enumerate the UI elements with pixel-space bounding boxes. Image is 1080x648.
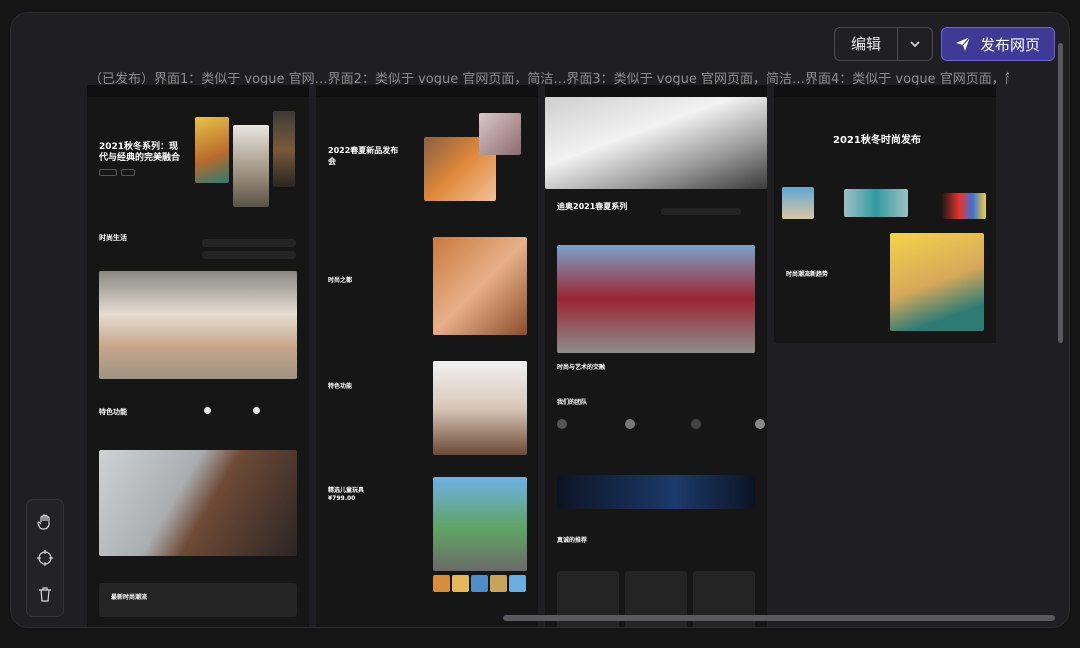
page-thumbnail-4[interactable]: 2021秋冬时尚发布 时尚潮流新趋势 bbox=[774, 85, 996, 343]
product-price: ¥799.00 bbox=[328, 495, 356, 502]
section-title: 时尚生活 bbox=[99, 234, 127, 242]
list-item bbox=[202, 239, 296, 247]
design-canvas: 2021秋冬系列：现 代与经典的完美融合 时尚生活 特色功能 最新时尚潮流 20… bbox=[87, 85, 1007, 627]
hero-image bbox=[782, 187, 814, 219]
tool-palette bbox=[26, 499, 64, 617]
hero-image bbox=[273, 111, 295, 187]
hero-title: 2021秋冬时尚发布 bbox=[833, 135, 921, 146]
subscribe-input[interactable] bbox=[661, 208, 741, 215]
feature-image bbox=[99, 271, 297, 379]
product-thumb[interactable] bbox=[490, 575, 507, 592]
crosshair-icon bbox=[37, 550, 53, 566]
page-thumbnail-1[interactable]: 2021秋冬系列：现 代与经典的完美融合 时尚生活 特色功能 最新时尚潮流 bbox=[87, 85, 309, 627]
hero-image bbox=[195, 117, 229, 183]
hand-tool[interactable] bbox=[32, 509, 58, 535]
trash-icon bbox=[39, 587, 51, 602]
hero-image bbox=[844, 189, 908, 217]
section-title: 特色功能 bbox=[99, 408, 127, 416]
hero-title-line2: 代与经典的完美融合 bbox=[99, 153, 181, 163]
product-thumb[interactable] bbox=[509, 575, 526, 592]
preview-window: 编辑 发布网页 （已发布）界面1：类似于 vogue 官网…界面2：类似于 vo… bbox=[10, 12, 1070, 628]
feature-icon bbox=[204, 407, 211, 414]
crosshair-tool[interactable] bbox=[32, 545, 58, 571]
publish-button-label: 发布网页 bbox=[979, 35, 1040, 54]
hero-button[interactable] bbox=[99, 169, 117, 176]
hero-image bbox=[479, 113, 521, 155]
page-thumbnail-3[interactable]: 迪奥2021春夏系列 时尚与艺术的交融 我们的团队 真诚的推荐 bbox=[545, 85, 767, 627]
page-thumbnail-2[interactable]: 2022春夏新品发布 会 时尚之都 特色功能 精选儿童玩具 ¥799.00 bbox=[316, 85, 538, 627]
send-icon bbox=[955, 36, 971, 51]
section-title: 时尚之都 bbox=[328, 277, 353, 284]
avatar bbox=[557, 419, 567, 429]
product-image bbox=[433, 477, 527, 571]
top-toolbar: 编辑 发布网页 bbox=[833, 27, 1055, 61]
section-title: 特色功能 bbox=[328, 383, 353, 390]
hero-title-line2: 会 bbox=[328, 157, 336, 166]
avatar bbox=[691, 419, 701, 429]
page-nav bbox=[316, 85, 538, 97]
product-thumb[interactable] bbox=[433, 575, 450, 592]
model-image bbox=[99, 450, 297, 556]
hero-image bbox=[545, 97, 767, 189]
section-title: 最新时尚潮流 bbox=[111, 594, 148, 601]
feature-icon bbox=[253, 407, 260, 414]
trend-image bbox=[890, 233, 984, 331]
banner bbox=[557, 475, 755, 509]
page-nav bbox=[545, 85, 767, 97]
section-image bbox=[433, 237, 527, 335]
section-title: 我们的团队 bbox=[557, 399, 588, 406]
list-item bbox=[202, 251, 296, 259]
hero-image bbox=[233, 125, 269, 207]
publish-button[interactable]: 发布网页 bbox=[940, 27, 1055, 61]
avatar bbox=[755, 419, 765, 429]
page-nav bbox=[87, 85, 309, 97]
edit-button[interactable]: 编辑 bbox=[835, 28, 898, 60]
delete-tool[interactable] bbox=[32, 581, 58, 607]
section-title: 真诚的推荐 bbox=[557, 537, 588, 544]
horizontal-scrollbar[interactable] bbox=[503, 615, 1055, 621]
edit-dropdown-toggle[interactable] bbox=[898, 28, 932, 60]
chevron-down-icon bbox=[910, 41, 920, 48]
section-title: 时尚与艺术的交融 bbox=[557, 364, 606, 371]
hand-icon bbox=[37, 514, 50, 530]
section-image bbox=[433, 361, 527, 455]
hero-title: 2022春夏新品发布 bbox=[328, 146, 399, 155]
vertical-scrollbar[interactable] bbox=[1058, 43, 1063, 343]
hero-button-secondary[interactable] bbox=[121, 169, 135, 176]
hero-title: 迪奥2021春夏系列 bbox=[557, 202, 628, 211]
product-name: 精选儿童玩具 bbox=[328, 487, 365, 494]
avatar bbox=[625, 419, 635, 429]
page-nav bbox=[774, 85, 996, 97]
edit-button-group: 编辑 bbox=[833, 27, 933, 61]
feature-image bbox=[557, 245, 755, 353]
section-title: 时尚潮流新趋势 bbox=[786, 271, 829, 278]
hero-image bbox=[942, 193, 986, 219]
product-thumb[interactable] bbox=[452, 575, 469, 592]
product-thumb[interactable] bbox=[471, 575, 488, 592]
